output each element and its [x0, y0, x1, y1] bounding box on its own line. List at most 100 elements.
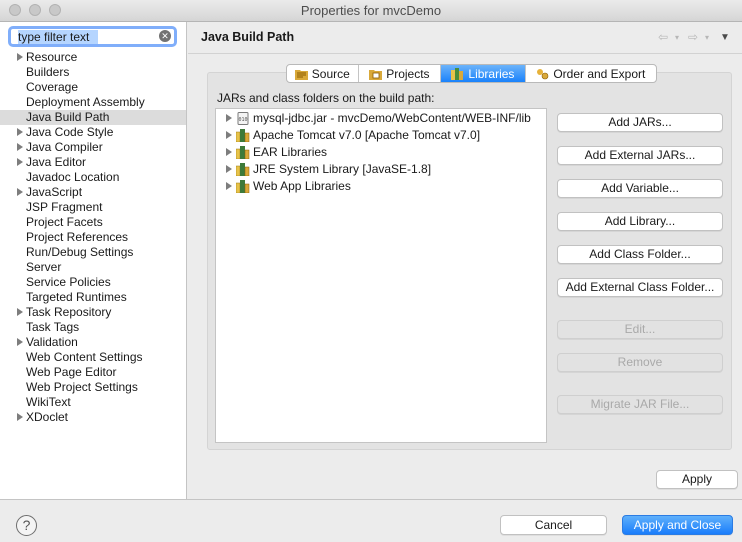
sidebar-nav: Resource Builders Coverage Deployment Assem… — [0, 50, 186, 425]
library-icon — [235, 129, 250, 143]
sidebar-item-label: Task Repository — [26, 305, 112, 319]
library-entry-label: EAR Libraries — [253, 145, 328, 159]
tab-libraries-label: Libraries — [468, 66, 515, 81]
sidebar-item-label: JavaScript — [26, 185, 83, 199]
add-jars-button[interactable]: Add JARs... — [557, 113, 723, 132]
filter-input[interactable] — [18, 30, 154, 44]
expand-arrow-icon[interactable] — [17, 128, 23, 136]
forward-dropdown-icon[interactable]: ▾ — [705, 33, 709, 42]
add-external-class-folder-button[interactable]: Add External Class Folder... — [557, 278, 723, 297]
tab-order-and-export[interactable]: Order and Export — [526, 65, 656, 82]
expand-arrow-icon[interactable] — [17, 308, 23, 316]
sidebar-item-label: Java Build Path — [26, 110, 110, 124]
sidebar-item-resource[interactable]: Resource — [0, 50, 186, 65]
sidebar-item-project-references[interactable]: Project References — [0, 230, 186, 245]
libraries-icon — [451, 67, 464, 80]
add-variable-button[interactable]: Add Variable... — [557, 179, 723, 198]
add-external-jars-button[interactable]: Add External JARs... — [557, 146, 723, 165]
expand-arrow-icon[interactable] — [17, 338, 23, 346]
sidebar-item-coverage[interactable]: Coverage — [0, 80, 186, 95]
add-class-folder-button[interactable]: Add Class Folder... — [557, 245, 723, 264]
library-entry-label: mysql-jdbc.jar - mvcDemo/WebContent/WEB-… — [253, 111, 531, 125]
back-dropdown-icon[interactable]: ▾ — [675, 33, 679, 42]
view-menu-icon[interactable]: ▼ — [720, 32, 730, 43]
sidebar-item-javadoc-location[interactable]: Javadoc Location — [0, 170, 186, 185]
expand-arrow-icon[interactable] — [17, 413, 23, 421]
sidebar-item-xdoclet[interactable]: XDoclet — [0, 410, 186, 425]
tab-libraries[interactable]: Libraries — [441, 65, 526, 82]
library-entry-label: JRE System Library [JavaSE-1.8] — [253, 162, 432, 176]
sidebar-item-javascript[interactable]: JavaScript — [0, 185, 186, 200]
expand-arrow-icon[interactable] — [17, 143, 23, 151]
sidebar-item-label: Validation — [26, 335, 78, 349]
sidebar-item-task-repository[interactable]: Task Repository — [0, 305, 186, 320]
history-nav: ⇦ ▾ ⇨ ▾ ▼ — [658, 30, 736, 44]
sidebar-item-java-code-style[interactable]: Java Code Style — [0, 125, 186, 140]
expand-arrow-icon[interactable] — [17, 53, 23, 61]
svg-text:010: 010 — [238, 117, 247, 123]
source-folder-icon — [294, 69, 308, 80]
libraries-list-label: JARs and class folders on the build path… — [217, 91, 435, 105]
expand-arrow-icon[interactable] — [226, 148, 232, 156]
clear-icon[interactable]: ✕ — [159, 30, 171, 42]
header-separator — [188, 53, 742, 54]
sidebar-item-wikitext[interactable]: WikiText — [0, 395, 186, 410]
sidebar-item-validation[interactable]: Validation — [0, 335, 186, 350]
sidebar-item-builders[interactable]: Builders — [0, 65, 186, 80]
expand-arrow-icon[interactable] — [17, 158, 23, 166]
tab-projects-label: Projects — [386, 66, 430, 81]
page-title: Java Build Path — [201, 30, 295, 44]
tab-source[interactable]: Source — [287, 65, 359, 82]
expand-arrow-icon[interactable] — [226, 114, 232, 122]
sidebar-item-label: Deployment Assembly — [26, 95, 145, 109]
expand-arrow-icon[interactable] — [226, 131, 232, 139]
main-content: Java Build Path ⇦ ▾ ⇨ ▾ ▼ Source Project… — [188, 22, 742, 499]
sidebar-item-java-build-path[interactable]: Java Build Path — [0, 110, 186, 125]
sidebar-item-task-tags[interactable]: Task Tags — [0, 320, 186, 335]
sidebar-item-label: Service Policies — [26, 275, 111, 289]
sidebar-item-targeted-runtimes[interactable]: Targeted Runtimes — [0, 290, 186, 305]
apply-and-close-button[interactable]: Apply and Close — [622, 515, 733, 535]
expand-arrow-icon[interactable] — [226, 182, 232, 190]
add-library-button[interactable]: Add Library... — [557, 212, 723, 231]
sidebar-item-label: Coverage — [26, 80, 79, 94]
sidebar-item-label: Builders — [26, 65, 70, 79]
sidebar-item-run-debug-settings[interactable]: Run/Debug Settings — [0, 245, 186, 260]
library-icon — [235, 146, 250, 160]
expand-arrow-icon[interactable] — [17, 188, 23, 196]
sidebar-item-label: Targeted Runtimes — [26, 290, 127, 304]
tab-projects[interactable]: Projects — [359, 65, 442, 82]
sidebar-item-web-page-editor[interactable]: Web Page Editor — [0, 365, 186, 380]
migrate-jar-file-button[interactable]: Migrate JAR File... — [557, 395, 723, 414]
filter-field[interactable]: ✕ — [8, 26, 177, 47]
cancel-button[interactable]: Cancel — [500, 515, 607, 535]
sidebar-item-label: Web Content Settings — [26, 350, 143, 364]
sidebar-item-web-content-settings[interactable]: Web Content Settings — [0, 350, 186, 365]
build-path-tabs: Source Projects Libraries Order and Expo… — [286, 64, 657, 83]
libraries-tree[interactable]: 010 mysql-jdbc.jar - mvcDemo/WebContent/W… — [215, 108, 547, 443]
apply-button[interactable]: Apply — [656, 470, 738, 489]
dialog-footer: ? Cancel Apply and Close — [0, 499, 742, 542]
tab-order-and-export-label: Order and Export — [553, 66, 646, 81]
sidebar-item-jsp-fragment[interactable]: JSP Fragment — [0, 200, 186, 215]
title-bar: Properties for mvcDemo — [0, 0, 742, 22]
sidebar-item-label: JSP Fragment — [26, 200, 103, 214]
expand-arrow-icon[interactable] — [226, 165, 232, 173]
sidebar-item-java-compiler[interactable]: Java Compiler — [0, 140, 186, 155]
order-export-icon — [537, 68, 549, 79]
sidebar-item-deployment-assembly[interactable]: Deployment Assembly — [0, 95, 186, 110]
forward-arrow-icon[interactable]: ⇨ — [688, 30, 698, 44]
sidebar-item-project-facets[interactable]: Project Facets — [0, 215, 186, 230]
sidebar-item-server[interactable]: Server — [0, 260, 186, 275]
sidebar-item-java-editor[interactable]: Java Editor — [0, 155, 186, 170]
sidebar-item-label: Java Compiler — [26, 140, 103, 154]
sidebar-item-label: Resource — [26, 50, 78, 64]
remove-button[interactable]: Remove — [557, 353, 723, 372]
back-arrow-icon[interactable]: ⇦ — [658, 30, 668, 44]
sidebar-item-label: Project References — [26, 230, 129, 244]
help-icon[interactable]: ? — [16, 515, 37, 536]
edit-button[interactable]: Edit... — [557, 320, 723, 339]
sidebar-item-web-project-settings[interactable]: Web Project Settings — [0, 380, 186, 395]
sidebar-item-service-policies[interactable]: Service Policies — [0, 275, 186, 290]
projects-icon — [369, 69, 383, 80]
